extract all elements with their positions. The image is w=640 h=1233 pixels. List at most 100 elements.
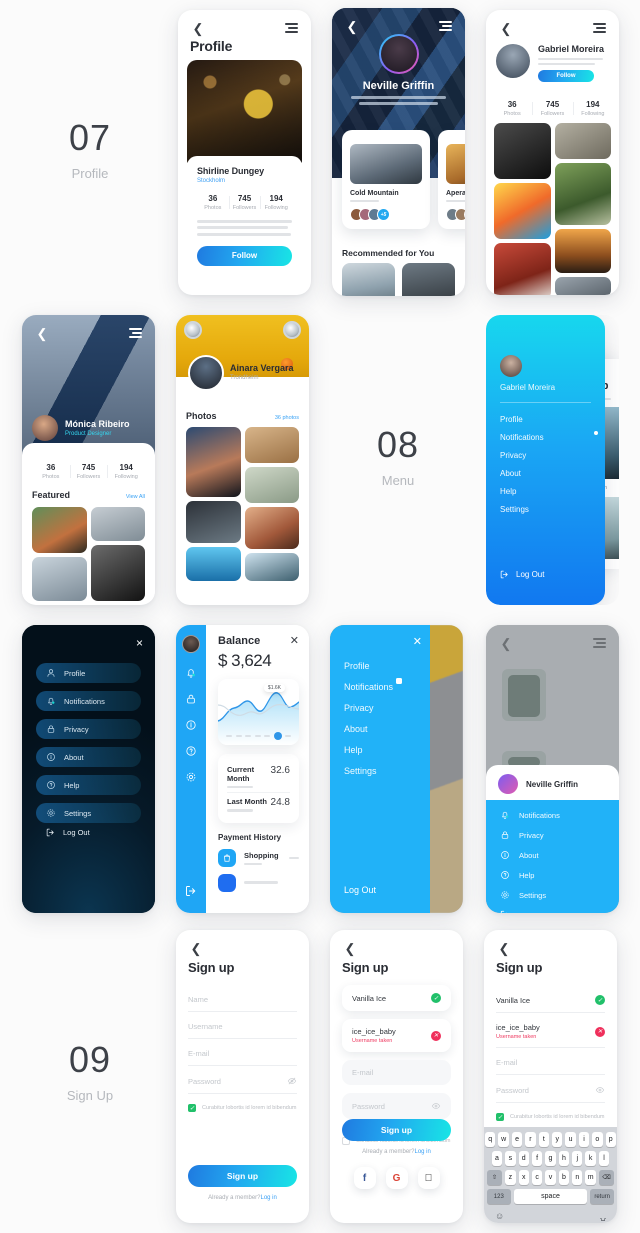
grid-photo[interactable] <box>494 243 551 295</box>
back-icon[interactable]: ❮ <box>344 18 360 34</box>
key-l[interactable]: l <box>598 1151 610 1166</box>
numbers-key[interactable]: 123 <box>487 1189 511 1204</box>
sheet-item-privacy[interactable]: Privacy <box>500 830 605 840</box>
back-icon[interactable]: ❮ <box>498 20 514 36</box>
mic-icon[interactable]: ⍽ <box>600 1212 606 1221</box>
password-field[interactable]: Password <box>188 1066 297 1094</box>
apple-icon[interactable]:  <box>417 1167 440 1189</box>
key-i[interactable]: i <box>578 1132 590 1147</box>
terms-checkbox[interactable]: ✓ <box>496 1113 504 1121</box>
terms-checkbox[interactable]: ✓ <box>188 1104 196 1112</box>
facebook-icon[interactable]: f <box>353 1167 376 1189</box>
eye-icon[interactable] <box>431 1101 441 1111</box>
terms-row[interactable]: ✓ Curabitur lobortis id lorem id bibendu… <box>484 1103 617 1121</box>
featured-photo[interactable] <box>32 557 87 601</box>
payment-history-item[interactable] <box>218 873 299 892</box>
key-c[interactable]: c <box>531 1170 543 1185</box>
menu-item-privacy[interactable]: Privacy <box>344 703 393 713</box>
drawer-item-notifications[interactable]: Notifications <box>500 431 598 442</box>
key-x[interactable]: x <box>518 1170 529 1185</box>
name-field[interactable]: Vanilla Ice ✓ <box>496 985 605 1013</box>
dark-menu-item-help[interactable]: Help <box>36 775 141 795</box>
story-card[interactable]: Cold Mountain +5 <box>342 130 430 230</box>
grid-photo[interactable] <box>186 427 241 497</box>
eye-off-icon[interactable] <box>287 1076 297 1086</box>
sheet-item-notifications[interactable]: Notifications <box>500 810 605 820</box>
gear-icon[interactable] <box>185 771 197 783</box>
dark-menu-item-settings[interactable]: Settings <box>36 803 141 823</box>
back-icon[interactable]: ❮ <box>498 635 514 651</box>
back-icon[interactable]: ❮ <box>342 940 358 956</box>
menu-icon[interactable] <box>127 325 143 341</box>
key-p[interactable]: p <box>605 1132 616 1147</box>
grid-photo[interactable] <box>244 507 299 549</box>
key-e[interactable]: e <box>511 1132 523 1147</box>
key-k[interactable]: k <box>585 1151 596 1166</box>
key-r[interactable]: r <box>525 1132 536 1147</box>
key-o[interactable]: o <box>592 1132 603 1147</box>
grid-photo[interactable] <box>244 467 299 503</box>
grid-photo[interactable] <box>554 123 611 160</box>
grid-photo[interactable] <box>494 123 551 180</box>
key-q[interactable]: q <box>485 1132 496 1147</box>
grid-photo[interactable] <box>554 163 611 226</box>
dark-menu-item-about[interactable]: About <box>36 747 141 767</box>
logout-button[interactable]: Log Out <box>344 885 376 895</box>
menu-item-settings[interactable]: Settings <box>344 766 393 776</box>
backspace-key[interactable]: ⌫ <box>598 1170 615 1185</box>
avatar[interactable] <box>182 635 200 653</box>
key-n[interactable]: n <box>572 1170 583 1185</box>
bell-icon[interactable] <box>185 667 197 679</box>
key-t[interactable]: t <box>538 1132 549 1147</box>
grid-photo[interactable] <box>186 501 241 543</box>
back-icon[interactable]: ❮ <box>190 20 206 36</box>
close-icon[interactable]: ✕ <box>290 634 299 647</box>
payment-history-item[interactable]: Shopping <box>218 848 299 867</box>
key-y[interactable]: y <box>552 1132 563 1147</box>
grid-photo[interactable] <box>244 553 299 581</box>
logout-button[interactable]: Log Out <box>500 570 544 579</box>
email-field[interactable]: E-mail <box>188 1039 297 1066</box>
email-field[interactable]: E-mail <box>342 1060 451 1085</box>
emoji-icon[interactable]: ☺ <box>495 1211 504 1221</box>
question-icon[interactable] <box>185 745 197 757</box>
dark-menu-item-privacy[interactable]: Privacy <box>36 719 141 739</box>
name-field[interactable]: Vanilla Ice ✓ <box>342 985 451 1011</box>
drawer-item-profile[interactable]: Profile <box>500 415 591 424</box>
menu-item-profile[interactable]: Profile <box>344 661 393 671</box>
info-icon[interactable] <box>185 719 197 731</box>
return-key[interactable]: return <box>590 1189 614 1204</box>
grid-photo[interactable] <box>554 277 611 295</box>
photos-count[interactable]: 36 photos <box>275 415 299 421</box>
key-u[interactable]: u <box>565 1132 576 1147</box>
drawer-item-privacy[interactable]: Privacy <box>500 451 591 460</box>
password-field[interactable]: Password <box>496 1075 605 1103</box>
sheet-item-help[interactable]: Help <box>500 870 605 880</box>
follow-button[interactable]: Follow <box>538 70 594 83</box>
grid-photo[interactable] <box>554 229 611 274</box>
key-d[interactable]: d <box>518 1151 529 1166</box>
story-card[interactable]: Aperativo <box>438 130 465 230</box>
key-s[interactable]: s <box>505 1151 516 1166</box>
menu-item-about[interactable]: About <box>344 724 393 734</box>
key-g[interactable]: g <box>545 1151 556 1166</box>
shift-key[interactable]: ⇧ <box>487 1170 503 1185</box>
login-link[interactable]: Log in <box>261 1195 277 1201</box>
key-b[interactable]: b <box>558 1170 570 1185</box>
menu-item-notifications[interactable]: Notifications <box>344 678 403 692</box>
sheet-user-row[interactable]: Neville Griffin <box>486 765 619 803</box>
featured-photo[interactable] <box>90 507 145 541</box>
grid-photo[interactable] <box>494 183 551 240</box>
username-field[interactable]: Username <box>188 1012 297 1039</box>
grid-photo[interactable] <box>244 427 299 463</box>
key-a[interactable]: a <box>491 1151 503 1166</box>
username-field[interactable]: ice_ice_baby Username taken ✕ <box>496 1013 605 1048</box>
key-v[interactable]: v <box>545 1170 556 1185</box>
featured-photo[interactable] <box>32 507 87 553</box>
sheet-item-logout[interactable]: Log Out <box>500 910 605 913</box>
recommended-thumb[interactable] <box>402 263 455 296</box>
close-icon[interactable]: ✕ <box>413 635 422 648</box>
email-field[interactable]: E-mail <box>496 1048 605 1075</box>
key-z[interactable]: z <box>505 1170 516 1185</box>
back-icon[interactable]: ❮ <box>496 940 512 956</box>
